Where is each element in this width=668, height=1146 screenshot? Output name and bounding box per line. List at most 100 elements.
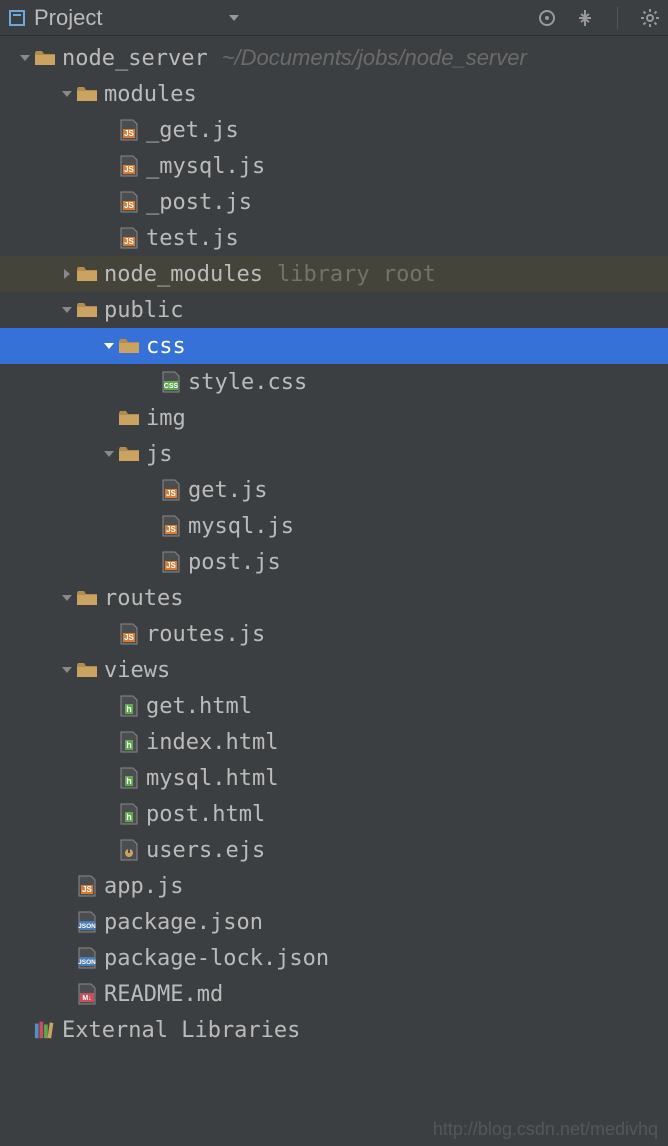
- library-hint: library root: [277, 262, 436, 287]
- css-icon: CSS: [160, 371, 182, 393]
- collapse-icon[interactable]: [575, 8, 595, 28]
- html-icon: h: [118, 803, 140, 825]
- js-icon: JS: [118, 191, 140, 213]
- tree-row[interactable]: JSON package-lock.json: [0, 940, 668, 976]
- tree-row[interactable]: js: [0, 436, 668, 472]
- tree-row[interactable]: modules: [0, 76, 668, 112]
- chevron-down-icon[interactable]: [58, 301, 76, 320]
- chevron-down-icon[interactable]: [100, 445, 118, 464]
- tree-row[interactable]: node_server~/Documents/jobs/node_server: [0, 40, 668, 76]
- folder-icon: [34, 47, 56, 69]
- svg-text:M↓: M↓: [82, 995, 91, 1002]
- tree-item-label: js: [146, 442, 173, 467]
- tree-row[interactable]: JS app.js: [0, 868, 668, 904]
- toolbar-title[interactable]: Project: [34, 5, 102, 31]
- js-icon: JS: [76, 875, 98, 897]
- tree-item-label: _post.js: [146, 190, 252, 215]
- tree-item-label: views: [104, 658, 170, 683]
- project-toolbar: Project: [0, 0, 668, 36]
- svg-text:JSON: JSON: [78, 959, 96, 966]
- tree-row[interactable]: hpost.html: [0, 796, 668, 832]
- json-icon: JSON: [76, 911, 98, 933]
- tree-row[interactable]: css: [0, 328, 668, 364]
- dropdown-icon[interactable]: [228, 5, 240, 30]
- project-tree[interactable]: node_server~/Documents/jobs/node_serverm…: [0, 36, 668, 1048]
- tree-item-label: package-lock.json: [104, 946, 329, 971]
- chevron-right-icon[interactable]: [58, 265, 76, 284]
- chevron-down-icon[interactable]: [100, 337, 118, 356]
- tree-item-label: test.js: [146, 226, 239, 251]
- folder-icon: [76, 263, 98, 285]
- tree-row[interactable]: External Libraries: [0, 1012, 668, 1048]
- tree-item-label: mysql.js: [188, 514, 294, 539]
- svg-text:h: h: [126, 740, 132, 750]
- svg-text:h: h: [126, 812, 132, 822]
- svg-text:JS: JS: [124, 633, 134, 642]
- tree-item-label: get.html: [146, 694, 252, 719]
- js-icon: JS: [118, 227, 140, 249]
- svg-text:JS: JS: [166, 561, 176, 570]
- tree-row[interactable]: JSpost.js: [0, 544, 668, 580]
- tree-row[interactable]: users.ejs: [0, 832, 668, 868]
- tree-row[interactable]: JS _mysql.js: [0, 148, 668, 184]
- tree-item-label: public: [104, 298, 183, 323]
- tree-item-label: node_modules: [104, 262, 263, 287]
- tree-row[interactable]: JS _post.js: [0, 184, 668, 220]
- tree-item-label: _get.js: [146, 118, 239, 143]
- tree-row[interactable]: CSS style.css: [0, 364, 668, 400]
- svg-text:JS: JS: [124, 201, 134, 210]
- js-icon: JS: [160, 479, 182, 501]
- tree-row[interactable]: JS get.js: [0, 472, 668, 508]
- js-icon: JS: [118, 623, 140, 645]
- svg-text:JS: JS: [166, 489, 176, 498]
- tree-item-label: get.js: [188, 478, 267, 503]
- svg-text:JS: JS: [124, 237, 134, 246]
- tree-row[interactable]: img: [0, 400, 668, 436]
- tree-row[interactable]: public: [0, 292, 668, 328]
- tree-row[interactable]: routes: [0, 580, 668, 616]
- folder-icon: [76, 587, 98, 609]
- html-icon: h: [118, 695, 140, 717]
- watermark: http://blog.csdn.net/medivhq: [433, 1119, 658, 1140]
- md-icon: M↓: [76, 983, 98, 1005]
- tree-row[interactable]: h mysql.html: [0, 760, 668, 796]
- tree-item-label: README.md: [104, 982, 223, 1007]
- chevron-down-icon[interactable]: [16, 49, 34, 68]
- tree-item-label: External Libraries: [62, 1018, 300, 1043]
- tree-row[interactable]: JS test.js: [0, 220, 668, 256]
- tree-row[interactable]: JSroutes.js: [0, 616, 668, 652]
- ejs-icon: [118, 839, 140, 861]
- svg-text:h: h: [126, 776, 132, 786]
- svg-text:h: h: [126, 704, 132, 714]
- tree-row[interactable]: node_modules library root: [0, 256, 668, 292]
- tree-item-label: css: [146, 334, 186, 359]
- tree-row[interactable]: JSmysql.js: [0, 508, 668, 544]
- tree-item-label: style.css: [188, 370, 307, 395]
- svg-text:JSON: JSON: [78, 923, 96, 930]
- folder-icon: [76, 83, 98, 105]
- tree-item-label: mysql.html: [146, 766, 278, 791]
- tree-row[interactable]: h get.html: [0, 688, 668, 724]
- separator: [617, 7, 618, 29]
- tree-item-label: _mysql.js: [146, 154, 265, 179]
- tree-row[interactable]: M↓ README.md: [0, 976, 668, 1012]
- html-icon: h: [118, 731, 140, 753]
- tree-row[interactable]: JSONpackage.json: [0, 904, 668, 940]
- tree-item-label: node_server: [62, 46, 208, 71]
- tree-item-label: app.js: [104, 874, 183, 899]
- tree-item-label: index.html: [146, 730, 278, 755]
- folder-icon: [76, 659, 98, 681]
- chevron-down-icon[interactable]: [58, 589, 76, 608]
- svg-text:CSS: CSS: [164, 383, 179, 390]
- tree-row[interactable]: h index.html: [0, 724, 668, 760]
- json-icon: JSON: [76, 947, 98, 969]
- tree-row[interactable]: views: [0, 652, 668, 688]
- svg-text:JS: JS: [124, 165, 134, 174]
- chevron-down-icon[interactable]: [58, 661, 76, 680]
- chevron-down-icon[interactable]: [58, 85, 76, 104]
- tree-row[interactable]: JS _get.js: [0, 112, 668, 148]
- js-icon: JS: [118, 119, 140, 141]
- gear-icon[interactable]: [640, 8, 660, 28]
- tree-item-label: routes: [104, 586, 183, 611]
- target-icon[interactable]: [537, 8, 557, 28]
